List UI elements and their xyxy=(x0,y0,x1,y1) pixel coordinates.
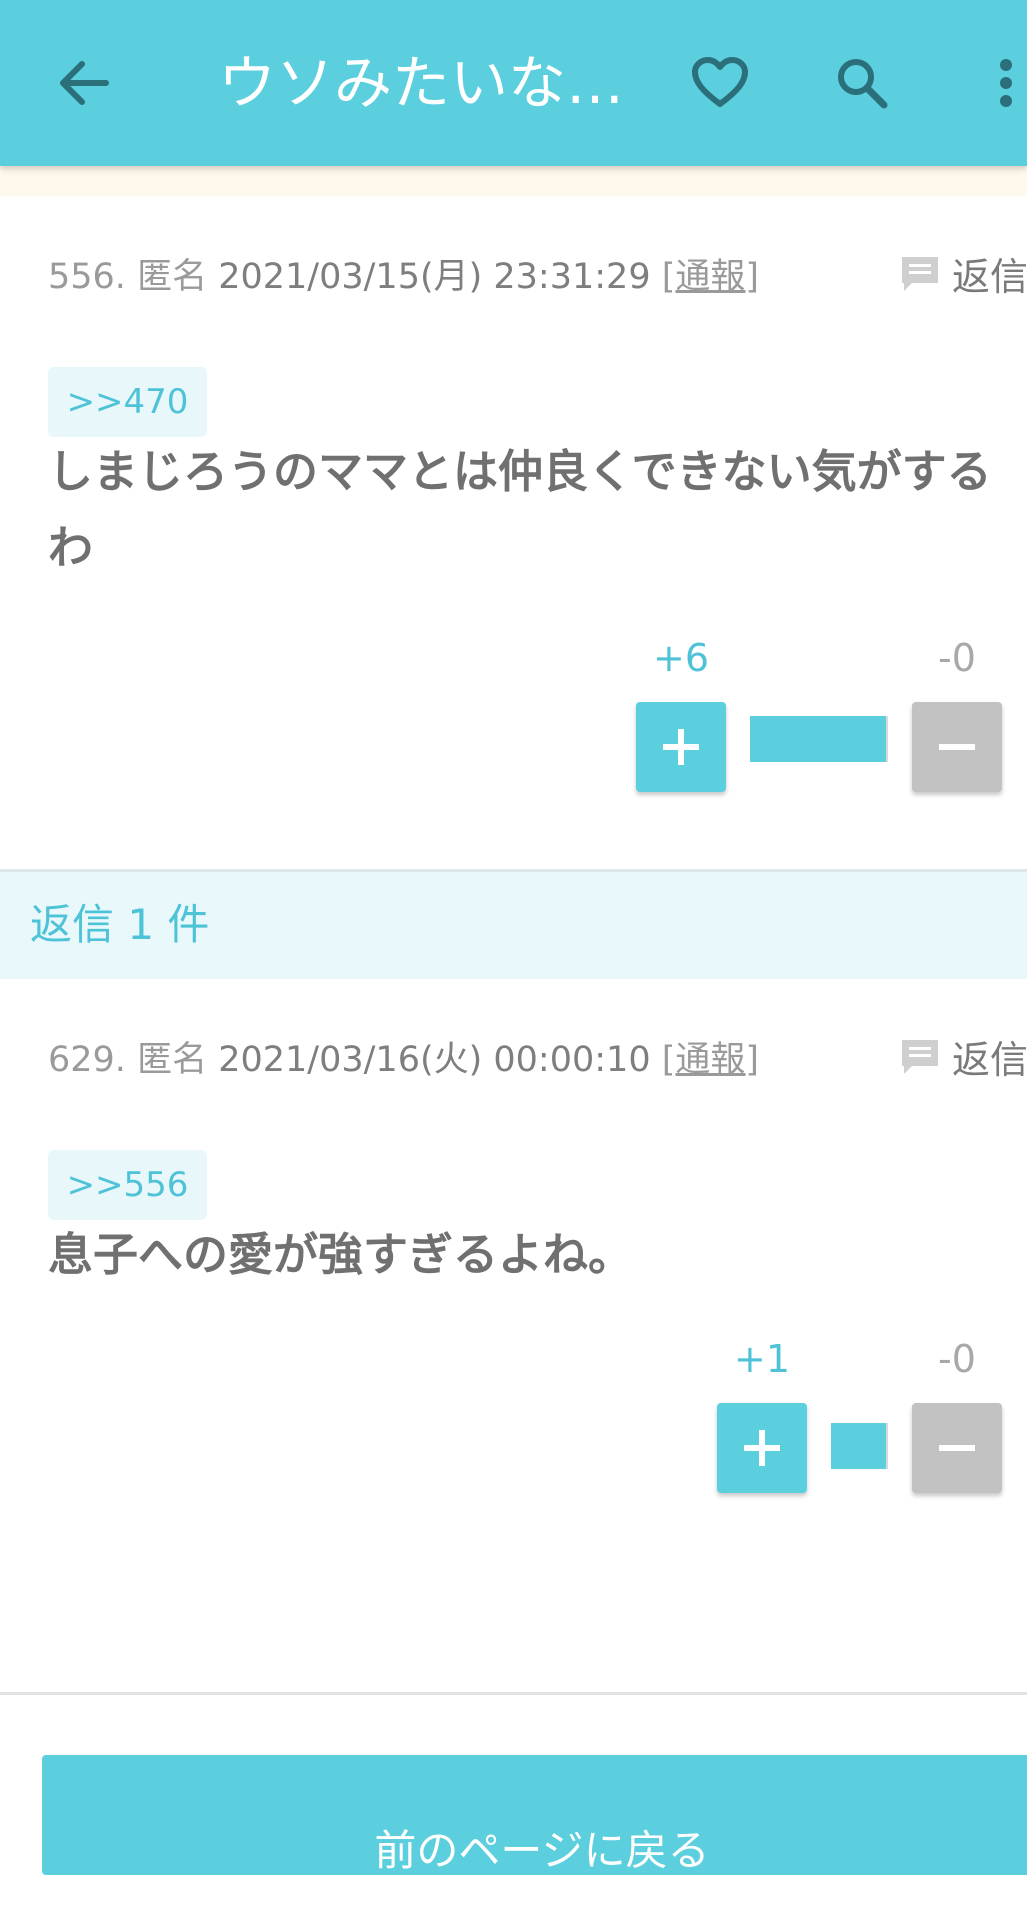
plus-icon xyxy=(663,729,699,765)
heart-icon xyxy=(692,57,748,107)
minus-count: -0 xyxy=(938,636,976,680)
comment-icon xyxy=(902,256,938,291)
previous-page-label: 前のページに戻る xyxy=(374,1826,710,1875)
vote-ratio-bar xyxy=(831,1423,886,1469)
minus-count: -0 xyxy=(938,1337,976,1381)
post-number: 556. xyxy=(48,257,126,297)
report-link[interactable]: [通報] xyxy=(662,1040,759,1080)
search-button[interactable] xyxy=(822,43,902,123)
notice-strip xyxy=(0,166,1027,196)
back-button[interactable] xyxy=(40,43,128,123)
reply-label: 返信 xyxy=(952,255,1027,299)
post-item: 629. 匿名 2021/03/16(火) 00:00:10 [通報] 返信 >… xyxy=(0,979,1027,1692)
anchor-link[interactable]: >>470 xyxy=(48,367,207,437)
replies-header: 返信 1 件 xyxy=(0,869,1027,979)
post-item: 556. 匿名 2021/03/15(月) 23:31:29 [通報] 返信 >… xyxy=(0,196,1027,869)
report-link[interactable]: [通報] xyxy=(662,257,759,297)
minus-button[interactable] xyxy=(912,702,1002,792)
plus-icon xyxy=(744,1430,780,1466)
post-date: 2021/03/15(月) 23:31:29 xyxy=(218,257,651,297)
post-meta: 556. 匿名 2021/03/15(月) 23:31:29 [通報] xyxy=(48,248,759,299)
app-bar: ウソみたいな… xyxy=(0,0,1027,166)
comment-icon xyxy=(902,1039,938,1074)
post-body: 息子への愛が強すぎるよね。 xyxy=(48,1228,634,1281)
post-author: 匿名 xyxy=(137,257,208,297)
anchor-link[interactable]: >>556 xyxy=(48,1150,207,1220)
search-icon xyxy=(838,59,888,109)
previous-page-button[interactable]: 前のページに戻る xyxy=(42,1755,1027,1875)
more-vert-icon xyxy=(1000,59,1012,107)
more-options-button[interactable] xyxy=(985,43,1027,123)
reply-button[interactable]: 返信 xyxy=(900,246,1027,301)
plus-count: +6 xyxy=(652,636,710,680)
post-author: 匿名 xyxy=(137,1040,208,1080)
reply-button[interactable]: 返信 xyxy=(900,1029,1027,1084)
vote-ratio-bar xyxy=(750,716,886,762)
post-number: 629. xyxy=(48,1040,126,1080)
minus-icon xyxy=(939,1445,975,1451)
post-date: 2021/03/16(火) 00:00:10 xyxy=(218,1040,651,1080)
favorite-button[interactable] xyxy=(680,43,760,123)
arrow-back-icon xyxy=(60,61,109,105)
minus-icon xyxy=(939,744,975,750)
post-body: しまじろうのママとは仲良くできない気がするわ xyxy=(48,445,992,574)
plus-button[interactable] xyxy=(636,702,726,792)
divider xyxy=(0,1692,1027,1695)
plus-count: +1 xyxy=(733,1337,791,1381)
page-title: ウソみたいな… xyxy=(218,49,625,117)
post-meta: 629. 匿名 2021/03/16(火) 00:00:10 [通報] xyxy=(48,1031,759,1082)
minus-button[interactable] xyxy=(912,1403,1002,1493)
reply-label: 返信 xyxy=(952,1038,1027,1082)
plus-button[interactable] xyxy=(717,1403,807,1493)
